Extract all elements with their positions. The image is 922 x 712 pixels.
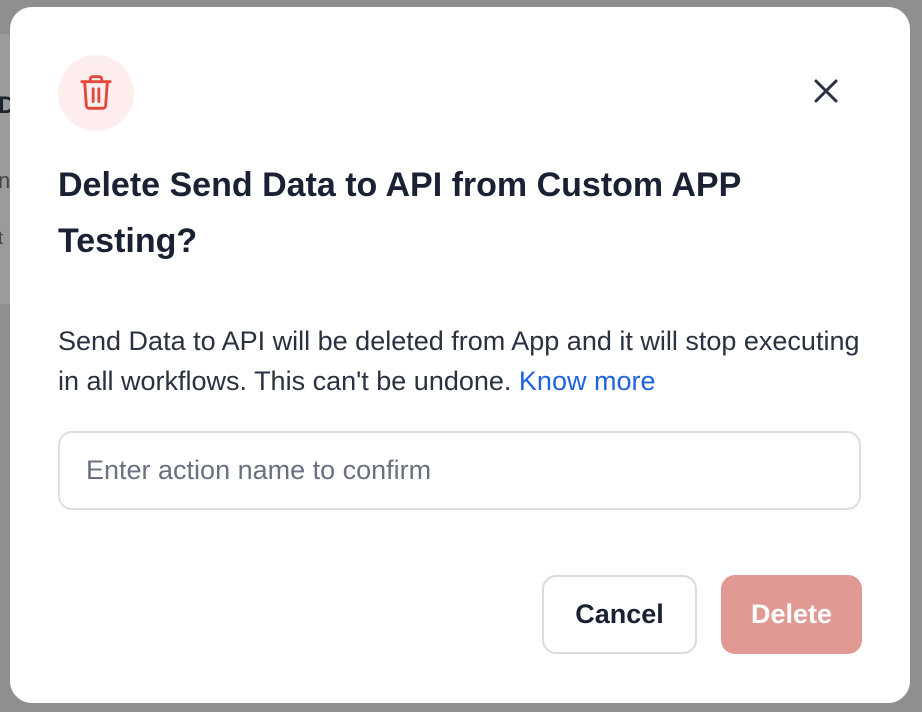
trash-icon-badge	[58, 55, 134, 131]
action-name-confirm-input[interactable]	[58, 431, 861, 510]
description-text: Send Data to API will be deleted from Ap…	[58, 326, 860, 396]
know-more-link[interactable]: Know more	[519, 366, 656, 396]
dialog-title: Delete Send Data to API from Custom APP …	[58, 166, 741, 260]
delete-action-dialog: Delete Send Data to API from Custom APP …	[10, 7, 910, 703]
trash-icon	[80, 75, 112, 110]
close-icon	[814, 79, 838, 103]
close-button[interactable]	[806, 71, 846, 111]
background-text: t	[0, 228, 4, 248]
background-text: n	[0, 168, 11, 193]
dialog-description: Send Data to API will be deleted from Ap…	[58, 321, 868, 401]
delete-button[interactable]: Delete	[721, 575, 862, 654]
cancel-button[interactable]: Cancel	[542, 575, 697, 654]
